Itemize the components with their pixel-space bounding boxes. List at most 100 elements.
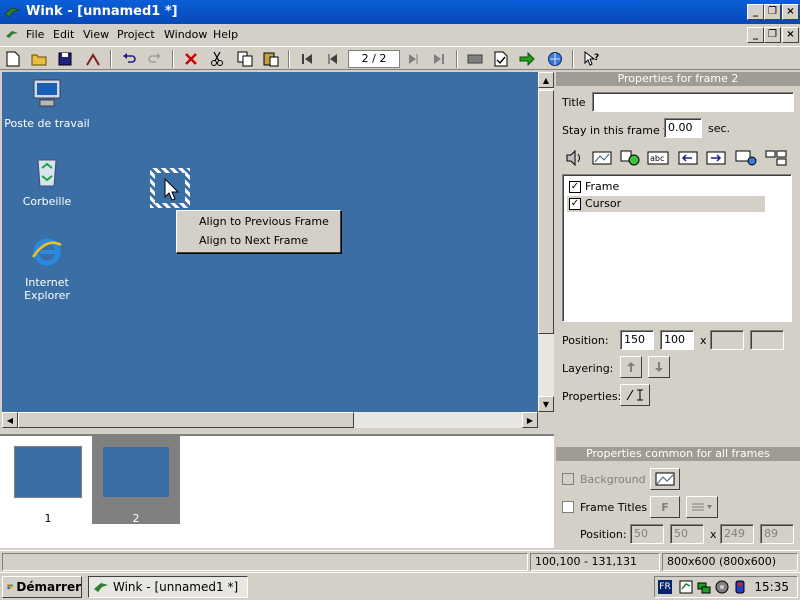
frame-counter[interactable]: 2 / 2	[348, 50, 400, 68]
copy-icon[interactable]	[236, 50, 254, 68]
title-bar: Wink - [unnamed1 *] _ ❐ ×	[0, 0, 800, 24]
mdi-minimize-button[interactable]: _	[747, 27, 764, 43]
align-right-icon[interactable]	[704, 148, 728, 168]
toolbar-separator	[456, 50, 458, 68]
redo-icon	[146, 50, 164, 68]
menu-edit[interactable]: Edit	[53, 28, 74, 41]
status-coords: 100,100 - 131,131	[530, 553, 660, 571]
status-pane-main	[2, 553, 528, 571]
check-document-icon[interactable]	[492, 50, 510, 68]
scroll-down-arrow-icon[interactable]: ▼	[538, 396, 554, 412]
last-frame-icon[interactable]	[430, 50, 448, 68]
new-file-icon[interactable]	[4, 50, 22, 68]
frame-thumbnail-strip: 1 2	[0, 434, 554, 548]
language-indicator[interactable]: FR	[658, 580, 672, 594]
start-label: Démarrer	[16, 580, 81, 594]
system-tray: FR 15:35	[654, 576, 798, 598]
help-cursor-icon[interactable]: ?	[582, 50, 600, 68]
menu-project[interactable]: Project	[117, 28, 155, 41]
list-item-label: Frame	[585, 180, 620, 193]
common-size-separator: x	[710, 528, 717, 541]
volume-tray-icon[interactable]	[715, 580, 729, 594]
item-properties-button[interactable]	[620, 384, 650, 406]
add-image-icon[interactable]	[590, 148, 614, 168]
scroll-up-arrow-icon[interactable]: ▲	[538, 72, 554, 88]
size-height-input	[750, 330, 784, 350]
undo-icon[interactable]	[120, 50, 138, 68]
list-item-frame[interactable]: ✓ Frame	[567, 179, 765, 195]
horizontal-scrollbar[interactable]: ◀ ▶	[2, 412, 538, 428]
vertical-scrollbar[interactable]: ▲ ▼	[538, 72, 554, 412]
layering-label: Layering:	[562, 362, 614, 375]
desktop-icon-recycle-bin[interactable]: Corbeille	[2, 154, 92, 208]
desktop-icon-my-computer[interactable]: Poste de travail	[2, 76, 92, 130]
add-sound-icon[interactable]	[562, 148, 586, 168]
add-frames-icon[interactable]	[764, 148, 788, 168]
previous-frame-icon[interactable]	[324, 50, 342, 68]
frame-items-list[interactable]: ✓ Frame ✓ Cursor	[562, 174, 792, 322]
paste-icon[interactable]	[262, 50, 280, 68]
save-disk-icon[interactable]	[56, 50, 74, 68]
frame-titles-checkbox[interactable]	[562, 501, 574, 513]
restore-button[interactable]: ❐	[764, 4, 781, 20]
wink-tray-icon[interactable]	[679, 580, 693, 594]
align-left-icon[interactable]	[676, 148, 700, 168]
landscape-image-icon	[655, 472, 675, 486]
vertical-scroll-thumb[interactable]	[538, 90, 554, 334]
add-shape-icon[interactable]	[618, 148, 642, 168]
next-frame-icon[interactable]	[404, 50, 422, 68]
stay-label: Stay in this frame for	[562, 124, 679, 137]
taskbar-wink-button[interactable]: Wink - [unnamed1 *]	[88, 576, 248, 598]
horizontal-scroll-thumb[interactable]	[18, 412, 354, 428]
scroll-right-arrow-icon[interactable]: ▶	[522, 412, 538, 428]
first-frame-icon[interactable]	[298, 50, 316, 68]
stay-duration-input[interactable]: 0.00	[664, 118, 702, 138]
mdi-restore-button[interactable]: ❐	[764, 27, 781, 43]
position-y-input[interactable]: 100	[660, 330, 694, 350]
menu-window[interactable]: Window	[164, 28, 207, 41]
start-button[interactable]: Démarrer	[2, 576, 82, 598]
common-size-w-input: 249	[720, 524, 754, 544]
toolbar-separator	[288, 50, 290, 68]
close-button[interactable]: ×	[782, 4, 799, 20]
screen-capture-icon[interactable]	[466, 50, 484, 68]
mdi-close-button[interactable]: ×	[782, 27, 799, 43]
background-checkbox	[562, 473, 574, 485]
stay-unit: sec.	[708, 122, 731, 135]
internet-explorer-icon	[31, 238, 62, 266]
thumbnail-frame-1[interactable]: 1	[4, 436, 92, 525]
minimize-button[interactable]: _	[747, 4, 764, 20]
safely-remove-tray-icon[interactable]	[733, 580, 747, 594]
context-menu-align-previous[interactable]: Align to Previous Frame	[199, 215, 329, 228]
context-menu-align-next[interactable]: Align to Next Frame	[199, 234, 308, 247]
common-pos-y-input: 50	[670, 524, 704, 544]
list-item-cursor[interactable]: ✓ Cursor	[567, 196, 765, 212]
frame-canvas[interactable]: Poste de travail Corbeille Internet Expl…	[2, 72, 538, 412]
network-tray-icon[interactable]	[697, 580, 711, 594]
menu-bar: File Edit View Project Window Help _ ❐ ×	[0, 24, 800, 45]
menu-view[interactable]: View	[83, 28, 109, 41]
open-folder-icon[interactable]	[30, 50, 48, 68]
svg-text:abc: abc	[650, 154, 664, 163]
frame-titles-label: Frame Titles	[580, 501, 648, 514]
cut-icon[interactable]	[208, 50, 226, 68]
scroll-left-arrow-icon[interactable]: ◀	[2, 412, 18, 428]
menu-file[interactable]: File	[26, 28, 44, 41]
toolbar-separator	[110, 50, 112, 68]
render-tool-icon[interactable]	[84, 50, 102, 68]
delete-icon[interactable]	[182, 50, 200, 68]
checkbox-frame[interactable]: ✓	[569, 181, 581, 193]
document-wink-icon[interactable]	[5, 28, 19, 40]
checkbox-cursor[interactable]: ✓	[569, 198, 581, 210]
export-arrow-icon[interactable]	[518, 50, 536, 68]
menu-help[interactable]: Help	[213, 28, 238, 41]
add-text-box-icon[interactable]: abc	[646, 148, 670, 168]
position-x-input[interactable]: 150	[620, 330, 654, 350]
cursor-selection-box[interactable]	[150, 168, 190, 208]
desktop-icon-internet-explorer[interactable]: Internet Explorer	[2, 235, 92, 302]
title-input[interactable]	[592, 92, 794, 112]
globe-preview-icon[interactable]	[546, 50, 564, 68]
add-browser-frame-icon[interactable]	[734, 148, 758, 168]
thumbnail-frame-2[interactable]: 2	[92, 436, 180, 525]
background-image-button[interactable]	[650, 468, 680, 490]
